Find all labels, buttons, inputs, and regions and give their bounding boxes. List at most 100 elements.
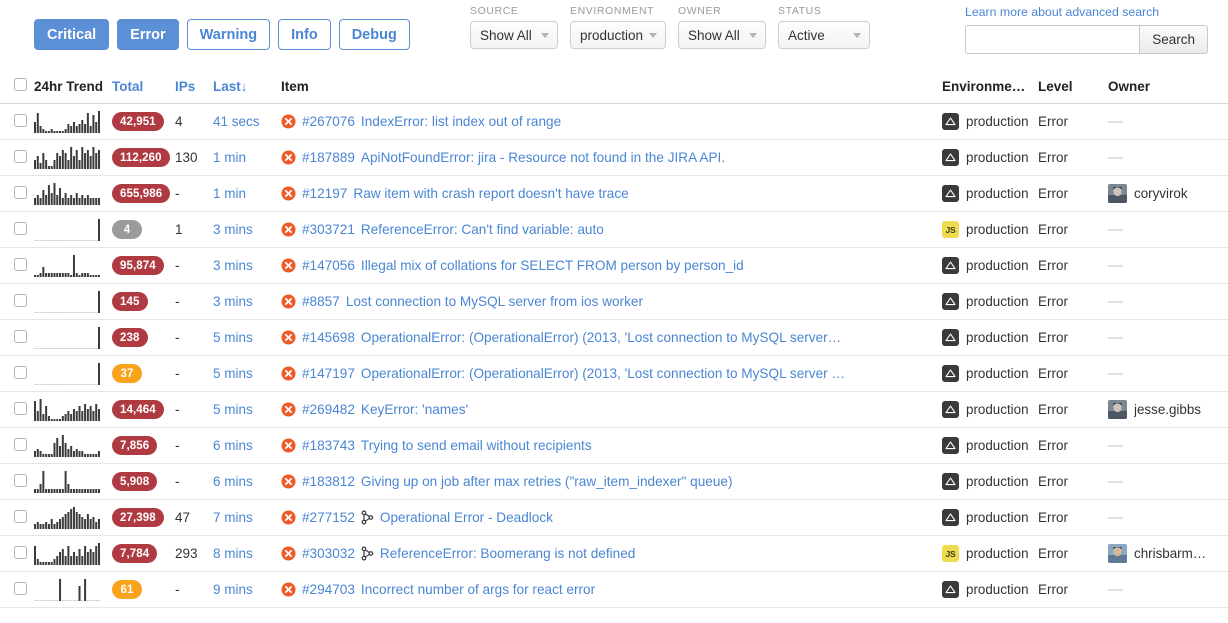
row-checkbox[interactable] (14, 257, 27, 271)
last-occurrence-link[interactable]: 5 mins (213, 402, 253, 417)
table-row[interactable]: 238 -5 mins #145698 OperationalError: (Oper… (0, 319, 1228, 356)
row-checkbox[interactable] (14, 293, 27, 307)
last-occurrence-link[interactable]: 1 min (213, 186, 246, 201)
last-occurrence-link[interactable]: 8 mins (213, 546, 253, 561)
item-title-link[interactable]: ApiNotFoundError: jira - Resource not fo… (361, 150, 725, 165)
item-id-link[interactable]: #187889 (302, 150, 355, 165)
item-title-link[interactable]: Operational Error - Deadlock (380, 510, 553, 525)
item-id-link[interactable]: #147197 (302, 366, 355, 381)
row-checkbox[interactable] (14, 185, 27, 199)
table-row[interactable]: 42,951 4 41 secs #267076 IndexError: list in… (0, 103, 1228, 140)
table-row[interactable]: 112,260 130 1 min #187889 ApiNotFoundError: … (0, 139, 1228, 176)
table-row[interactable]: 14,464-5 mins #269482 KeyError: 'names' pro… (0, 391, 1228, 428)
item-cell: #277152 Operational Error - Deadlock (281, 499, 942, 536)
last-occurrence-link[interactable]: 5 mins (213, 330, 253, 345)
owner-empty: — (1108, 473, 1123, 490)
item-title-link[interactable]: Illegal mix of collations for SELECT FRO… (361, 258, 744, 273)
level-filter-critical-button[interactable]: Critical (34, 19, 110, 50)
item-id-link[interactable]: #269482 (302, 402, 355, 417)
column-header-last[interactable]: Last↓ (213, 78, 281, 104)
owner-cell: — (1108, 139, 1228, 176)
last-occurrence-link[interactable]: 7 mins (213, 510, 253, 525)
row-checkbox[interactable] (14, 221, 27, 235)
environment-content: production (942, 473, 1038, 490)
last-occurrence-link[interactable]: 6 mins (213, 474, 253, 489)
table-row[interactable]: 61 -9 mins #294703 Incorrect number of args… (0, 571, 1228, 608)
item-title-link[interactable]: Incorrect number of args for react error (361, 582, 595, 597)
level-filter-info-button[interactable]: Info (278, 19, 331, 50)
table-row[interactable]: 655,986-1 min #12197 Raw item with crash r… (0, 175, 1228, 212)
item-id-link[interactable]: #12197 (302, 186, 347, 201)
filter-select-owner[interactable]: Show All (678, 21, 766, 49)
item-cell: #147056 Illegal mix of collations for SEL… (281, 247, 942, 284)
table-row[interactable]: 95,874-3 mins #147056 Illegal mix of colla… (0, 247, 1228, 284)
item-title-link[interactable]: OperationalError: (OperationalError) (20… (361, 366, 845, 381)
last-occurrence-link[interactable]: 3 mins (213, 294, 253, 309)
filter-select-environment[interactable]: production (570, 21, 666, 49)
row-checkbox[interactable] (14, 401, 27, 415)
item-title-link[interactable]: OperationalError: (OperationalError) (20… (361, 330, 841, 345)
last-occurrence-link[interactable]: 5 mins (213, 366, 253, 381)
item-title-link[interactable]: KeyError: 'names' (361, 402, 468, 417)
item-id-link[interactable]: #303721 (302, 222, 355, 237)
item-id-link[interactable]: #267076 (302, 114, 355, 129)
item-title-link[interactable]: IndexError: list index out of range (361, 114, 561, 129)
filter-select-source[interactable]: Show All (470, 21, 558, 49)
item-id-link[interactable]: #303032 (302, 546, 355, 561)
item-id-link[interactable]: #294703 (302, 582, 355, 597)
row-checkbox[interactable] (14, 581, 27, 595)
last-occurrence-link[interactable]: 1 min (213, 150, 246, 165)
row-checkbox[interactable] (14, 113, 27, 127)
level-filter-error-button[interactable]: Error (117, 19, 179, 50)
search-button[interactable]: Search (1139, 25, 1208, 54)
item-title-link[interactable]: ReferenceError: Boomerang is not defined (380, 546, 635, 561)
level-cell: Error (1038, 247, 1108, 284)
item-id-link[interactable]: #183743 (302, 438, 355, 453)
item-cell: #187889 ApiNotFoundError: jira - Resource… (281, 139, 942, 176)
level-filter-warning-button[interactable]: Warning (186, 19, 271, 50)
last-occurrence-link[interactable]: 3 mins (213, 222, 253, 237)
item-id-link[interactable]: #145698 (302, 330, 355, 345)
row-select-cell (0, 211, 34, 248)
item-title-link[interactable]: ReferenceError: Can't find variable: aut… (361, 222, 604, 237)
item-content: #145698 OperationalError: (OperationalErr… (281, 330, 942, 345)
column-header-ips[interactable]: IPs (175, 78, 213, 104)
row-checkbox[interactable] (14, 437, 27, 451)
table-row[interactable]: 7,856-6 mins #183743 Trying to send email … (0, 427, 1228, 464)
row-checkbox[interactable] (14, 473, 27, 487)
column-header-total[interactable]: Total (112, 78, 175, 104)
row-checkbox[interactable] (14, 509, 27, 523)
row-checkbox[interactable] (14, 545, 27, 559)
search-input[interactable] (965, 25, 1140, 54)
item-id-link[interactable]: #147056 (302, 258, 355, 273)
filter-select-status[interactable]: Active (778, 21, 870, 49)
item-cell: #183743 Trying to send email without reci… (281, 427, 942, 464)
last-occurrence-link[interactable]: 9 mins (213, 582, 253, 597)
row-checkbox[interactable] (14, 329, 27, 343)
ips-cell: - (175, 175, 213, 212)
item-title-link[interactable]: Trying to send email without recipients (361, 438, 592, 453)
item-id-link[interactable]: #277152 (302, 510, 355, 525)
advanced-search-link[interactable]: Learn more about advanced search (965, 5, 1208, 19)
row-select-cell (0, 427, 34, 464)
last-occurrence-link[interactable]: 6 mins (213, 438, 253, 453)
table-row[interactable]: 7,784 293 8 mins #303032 ReferenceError: Boo… (0, 535, 1228, 572)
row-checkbox[interactable] (14, 365, 27, 379)
item-id-link[interactable]: #183812 (302, 474, 355, 489)
last-occurrence-link[interactable]: 3 mins (213, 258, 253, 273)
table-row[interactable]: 145 -3 mins #8857 Lost connection to MySQL … (0, 283, 1228, 320)
last-cell: 5 mins (213, 391, 281, 428)
item-title-link[interactable]: Giving up on job after max retries ("raw… (361, 474, 733, 489)
item-title-link[interactable]: Lost connection to MySQL server from ios… (346, 294, 643, 309)
total-cell: 5,908 (112, 463, 175, 500)
select-all-checkbox[interactable] (14, 78, 27, 91)
table-row[interactable]: 4 13 mins #303721 ReferenceError: Can't fin… (0, 211, 1228, 248)
table-row[interactable]: 5,908-6 mins #183812 Giving up on job afte… (0, 463, 1228, 500)
last-occurrence-link[interactable]: 41 secs (213, 114, 260, 129)
item-id-link[interactable]: #8857 (302, 294, 340, 309)
row-checkbox[interactable] (14, 149, 27, 163)
item-title-link[interactable]: Raw item with crash report doesn't have … (353, 186, 628, 201)
table-row[interactable]: 27,398 47 7 mins #277152 Operational Error -… (0, 499, 1228, 536)
table-row[interactable]: 37 -5 mins #147197 OperationalError: (Opera… (0, 355, 1228, 392)
level-filter-debug-button[interactable]: Debug (338, 19, 410, 50)
